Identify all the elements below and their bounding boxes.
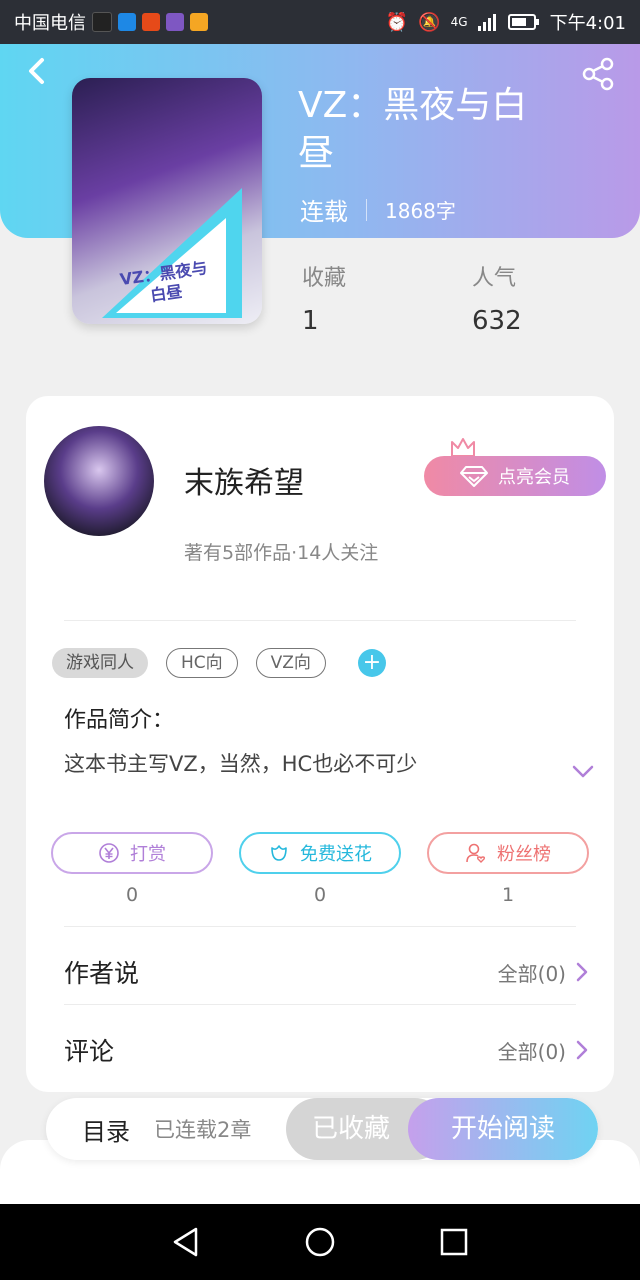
row-label: 评论: [64, 1037, 115, 1066]
flower-count: 0: [313, 884, 327, 906]
tiktok-icon: [92, 12, 112, 32]
fan-icon: [466, 843, 486, 863]
status-bar: 中国电信 ⏰ 🔕 4G 下午4:01: [0, 0, 640, 44]
intro-text: 这本书主写VZ，当然，HC也必不可少: [64, 752, 418, 776]
row-right: 全部(0): [498, 1036, 588, 1065]
stat-popularity: 人气 632: [472, 260, 522, 336]
chapter-count: 已连载2章: [154, 1118, 252, 1142]
crown-icon: [451, 438, 475, 457]
author-avatar[interactable]: [44, 426, 154, 536]
row-value: 全部(0): [497, 1039, 566, 1064]
book-cover[interactable]: VZ：黑夜与白昼: [72, 78, 262, 324]
book-title: VZ：黑夜与白昼: [298, 85, 528, 174]
clock: 下午4:01: [549, 13, 626, 34]
music-app-icon: [166, 13, 184, 31]
divider: [64, 1004, 576, 1005]
intro-heading: 作品简介：: [64, 708, 175, 733]
tag-item[interactable]: VZ向: [255, 648, 326, 678]
yen-icon: [99, 843, 119, 863]
send-flower-button[interactable]: 免费送花: [239, 832, 401, 874]
system-nav-bar: [0, 1204, 640, 1280]
comments-row[interactable]: 评论 全部(0): [64, 1032, 588, 1068]
chevron-right-icon: [576, 1040, 588, 1060]
divider: [64, 926, 576, 927]
alarm-icon: ⏰: [385, 11, 409, 33]
carrier-label: 中国电信: [14, 13, 86, 34]
game-app-icon: [142, 13, 160, 31]
home-nav-icon[interactable]: [304, 1226, 336, 1258]
author-name[interactable]: 末族希望: [184, 458, 304, 502]
flower-label: 免费送花: [300, 844, 372, 865]
tag-item[interactable]: 游戏同人: [52, 648, 148, 678]
row-label: 作者说: [64, 959, 140, 988]
video-app-icon: [190, 13, 208, 31]
fan-count: 1: [501, 884, 515, 906]
divider: [64, 620, 576, 621]
stat-label: 人气: [472, 266, 517, 291]
fan-rank-button[interactable]: 粉丝榜: [427, 832, 589, 874]
network-label: 4G: [450, 15, 468, 29]
stat-label: 收藏: [302, 266, 347, 291]
book-app-icon: [118, 13, 136, 31]
stat-favorites: 收藏 1: [302, 260, 346, 336]
back-nav-icon[interactable]: [171, 1226, 201, 1258]
fan-label: 粉丝榜: [497, 844, 551, 865]
reward-count: 0: [125, 884, 139, 906]
reward-label: 打赏: [130, 844, 166, 865]
reward-button[interactable]: 打赏: [51, 832, 213, 874]
back-arrow-icon[interactable]: [22, 56, 52, 86]
signal-icon: [477, 14, 496, 31]
bottom-action-bar: 目录 已连载2章 已收藏 开始阅读: [46, 1098, 598, 1160]
tag-item[interactable]: HC向: [166, 648, 238, 678]
toc-button[interactable]: 目录: [82, 1112, 130, 1147]
vip-label: 点亮会员: [498, 467, 570, 488]
author-subtitle: 著有5部作品·14人关注: [184, 542, 379, 564]
recents-nav-icon[interactable]: [439, 1227, 469, 1257]
book-status: 连载: [300, 198, 348, 226]
meta-divider: [366, 198, 367, 221]
share-icon[interactable]: [580, 56, 616, 92]
vip-button[interactable]: 点亮会员: [424, 456, 606, 496]
stat-value: 1: [302, 306, 319, 336]
diamond-icon: [460, 466, 488, 487]
row-value: 全部(0): [497, 961, 566, 986]
add-tag-button[interactable]: +: [357, 649, 386, 677]
book-meta: 连载 1868字: [300, 192, 456, 227]
start-reading-button[interactable]: 开始阅读: [408, 1098, 598, 1160]
author-says-row[interactable]: 作者说 全部(0): [64, 954, 588, 990]
row-right: 全部(0): [498, 958, 588, 987]
mute-icon: 🔕: [418, 11, 441, 33]
battery-icon: [507, 14, 539, 30]
chevron-down-icon[interactable]: [572, 764, 594, 780]
chevron-right-icon: [576, 962, 588, 982]
tag-list: 游戏同人 HC向 VZ向 +: [52, 648, 386, 678]
flower-icon: [271, 845, 287, 861]
word-count: 1868字: [385, 199, 456, 223]
stat-value: 632: [472, 306, 522, 336]
